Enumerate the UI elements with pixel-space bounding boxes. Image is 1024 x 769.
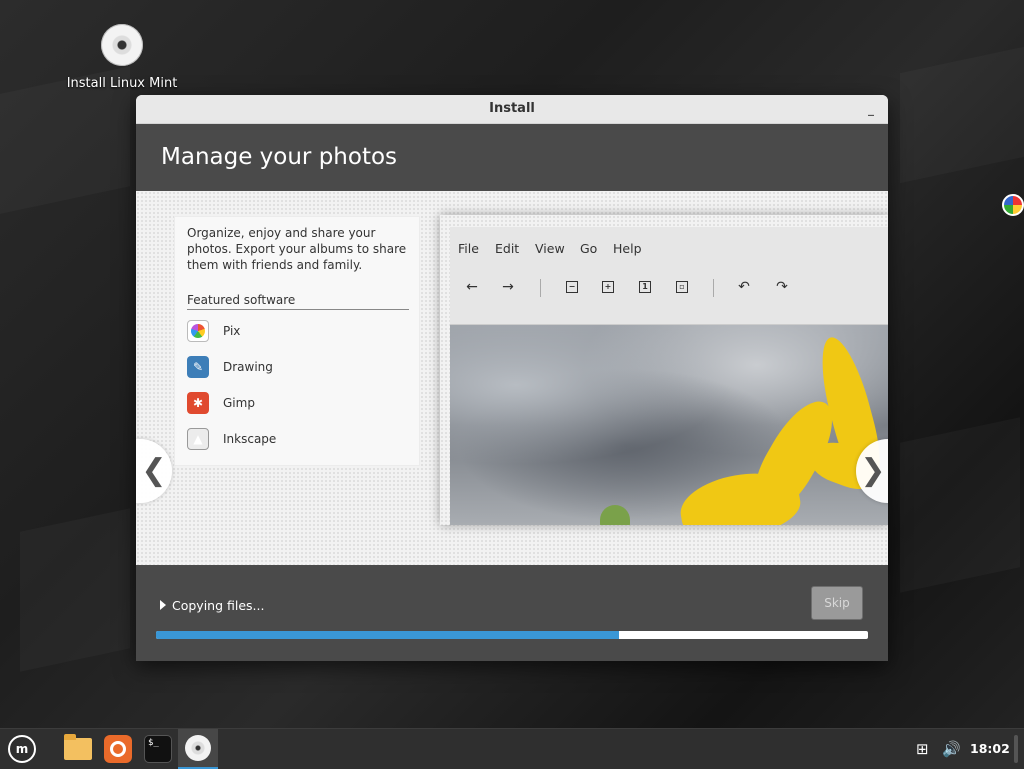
clock[interactable]: 18:02 [970, 729, 1010, 769]
window-title: Install [489, 101, 535, 116]
screenshot-menu-help: Help [613, 241, 642, 256]
featured-app-gimp: ✱ Gimp [187, 391, 255, 415]
rotate-right-icon: ↷ [776, 279, 788, 295]
expand-triangle-icon [160, 600, 166, 610]
featured-app-inkscape: ▲ Inkscape [187, 427, 276, 451]
background-tile [900, 47, 1024, 183]
screenshot-frame: File Edit View Go Help ← → − + 1 ▫ ↶ ↷ [450, 227, 888, 525]
installer-footer: Copying files... Skip [136, 565, 888, 661]
app-label: Gimp [223, 396, 255, 410]
info-panel: Organize, enjoy and share your photos. E… [174, 216, 420, 466]
screenshot-menu-go: Go [580, 241, 598, 256]
app-label: Drawing [223, 360, 273, 374]
app-label: Inkscape [223, 432, 277, 446]
zoom-actual-size-icon: 1 [639, 281, 651, 293]
menu-button[interactable]: m [6, 733, 38, 765]
zoom-in-icon: + [602, 281, 614, 293]
slide-description: Organize, enjoy and share your photos. E… [187, 226, 407, 272]
taskbar-installer-window[interactable] [178, 729, 218, 769]
inkscape-icon: ▲ [187, 428, 209, 450]
page-title: Manage your photos [161, 144, 398, 170]
background-tile [900, 417, 1020, 593]
status-expander[interactable]: Copying files... [160, 598, 264, 613]
desktop-icon-label: Install Linux Mint [66, 76, 178, 91]
status-text: Copying files... [172, 598, 265, 613]
forward-arrow-icon: → [502, 279, 514, 295]
taskbar-terminal-launcher[interactable]: $_ [142, 733, 174, 765]
progress-bar [156, 631, 868, 639]
firefox-icon [104, 735, 132, 763]
disc-icon [101, 24, 143, 66]
disc-icon [185, 735, 211, 761]
installer-window: Install _ Manage your photos Organize, e… [136, 95, 888, 661]
featured-software-heading: Featured software [187, 293, 409, 310]
volume-icon[interactable]: 🔊 [942, 729, 961, 769]
network-icon[interactable]: ⊞ [916, 729, 929, 769]
zoom-out-icon: − [566, 281, 578, 293]
featured-app-drawing: ✎ Drawing [187, 355, 273, 379]
terminal-icon: $_ [144, 735, 172, 763]
taskbar-files-launcher[interactable] [62, 733, 94, 765]
gimp-icon: ✱ [187, 392, 209, 414]
page-header: Manage your photos [136, 124, 888, 191]
featured-app-pix: Pix [187, 319, 240, 343]
desktop-icon-install-linux-mint[interactable]: Install Linux Mint [62, 24, 182, 91]
skip-button[interactable]: Skip [811, 586, 863, 620]
folder-icon [64, 734, 92, 760]
screenshot-menubar: File Edit View Go Help [450, 227, 888, 263]
zoom-fit-icon: ▫ [676, 281, 688, 293]
app-screenshot: File Edit View Go Help ← → − + 1 ▫ ↶ ↷ [440, 215, 888, 525]
drawing-icon: ✎ [187, 356, 209, 378]
app-label: Pix [223, 324, 241, 338]
minimize-button[interactable]: _ [864, 95, 878, 123]
slideshow-area: Organize, enjoy and share your photos. E… [136, 191, 888, 565]
rotate-left-icon: ↶ [738, 279, 750, 295]
pix-icon [187, 320, 209, 342]
toolbar-separator [713, 279, 714, 297]
screenshot-menu-file: File [458, 241, 479, 256]
screenshot-toolbar: ← → − + 1 ▫ ↶ ↷ [450, 263, 888, 325]
linux-mint-logo-icon: m [8, 735, 36, 763]
screenshot-menu-view: View [535, 241, 565, 256]
back-arrow-icon: ← [466, 279, 478, 295]
progress-fill [156, 631, 619, 639]
taskbar-firefox-launcher[interactable] [102, 733, 134, 765]
flower-photo [450, 325, 888, 525]
previous-slide-button[interactable]: ❮ [136, 439, 172, 503]
background-tile [20, 508, 130, 671]
screenshot-menu-edit: Edit [495, 241, 520, 256]
toolbar-separator [540, 279, 541, 297]
side-app-indicator-icon[interactable] [1002, 194, 1024, 216]
window-titlebar[interactable]: Install _ [136, 95, 888, 124]
panel-edge-handle [1014, 735, 1018, 763]
taskbar: m $_ ⊞ 🔊 18:02 [0, 728, 1024, 769]
